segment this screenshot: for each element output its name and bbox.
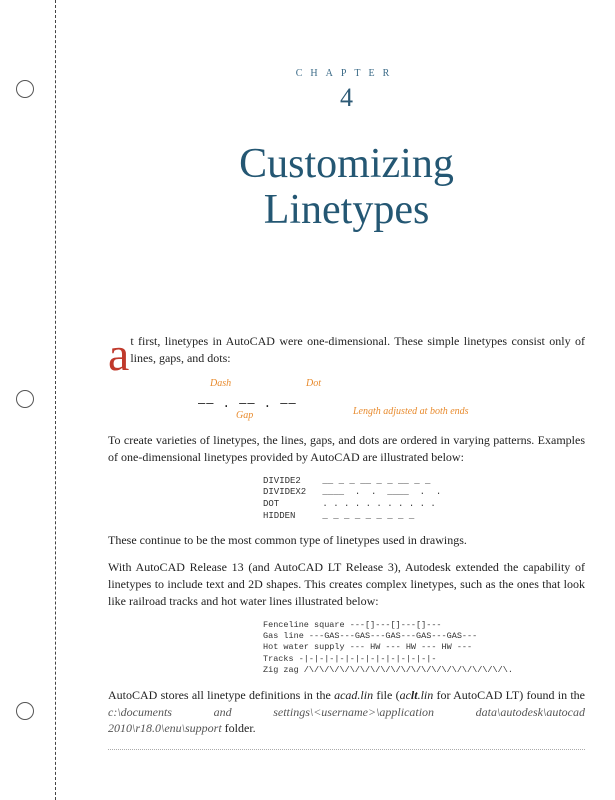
section-rule [108,749,585,750]
binder-hole [16,702,34,720]
file-path: c:\documents and settings\<username>\app… [108,705,585,736]
linetype-samples-complex: Fenceline square ---[]---[]---[]--- Gas … [263,620,585,677]
paragraph-2: To create varieties of linetypes, the li… [108,432,585,466]
filename-aclt-pre: ac [400,688,411,702]
paragraph-3: These continue to be the most common typ… [108,532,585,549]
filename-aclt-post: .lin [418,688,434,702]
label-length: Length adjusted at both ends [353,405,469,419]
body-text: at first, linetypes in AutoCAD were one-… [108,333,585,750]
chapter-number: 4 [108,83,585,113]
label-dot: Dot [306,377,321,391]
linetype-anatomy-diagram: Dash Dot Gap Length adjusted at both end… [198,377,525,422]
page-content: chapter 4 Customizing Linetypes at first… [108,0,585,800]
filename-acad: acad.lin [334,688,373,702]
p5-c: for AutoCAD LT) found in the [433,688,585,702]
chapter-label: chapter [108,65,585,81]
binder-hole [16,80,34,98]
paragraph-4: With AutoCAD Release 13 (and AutoCAD LT … [108,559,585,609]
filename-aclt-mid: lt [411,688,418,702]
title-line1: Customizing [239,141,454,187]
para1-text: t first, linetypes in AutoCAD were one-d… [130,334,585,365]
dropcap: a [108,337,129,373]
paragraph-5: AutoCAD stores all linetype definitions … [108,687,585,737]
chapter-title: Customizing Linetypes [108,141,585,233]
label-dash: Dash [210,377,231,391]
p5-a: AutoCAD stores all linetype definitions … [108,688,334,702]
binder-hole [16,390,34,408]
linetype-samples-1d: DIVIDE2 __ _ _ __ _ _ __ _ _ DIVIDEX2 __… [263,476,585,523]
title-line2: Linetypes [264,187,430,233]
paragraph-intro: at first, linetypes in AutoCAD were one-… [108,333,585,367]
binder-perforation [55,0,56,800]
p5-b: file ( [373,688,400,702]
p5-d: folder. [222,721,256,735]
sample-line: —— . —— . —— [198,395,297,412]
